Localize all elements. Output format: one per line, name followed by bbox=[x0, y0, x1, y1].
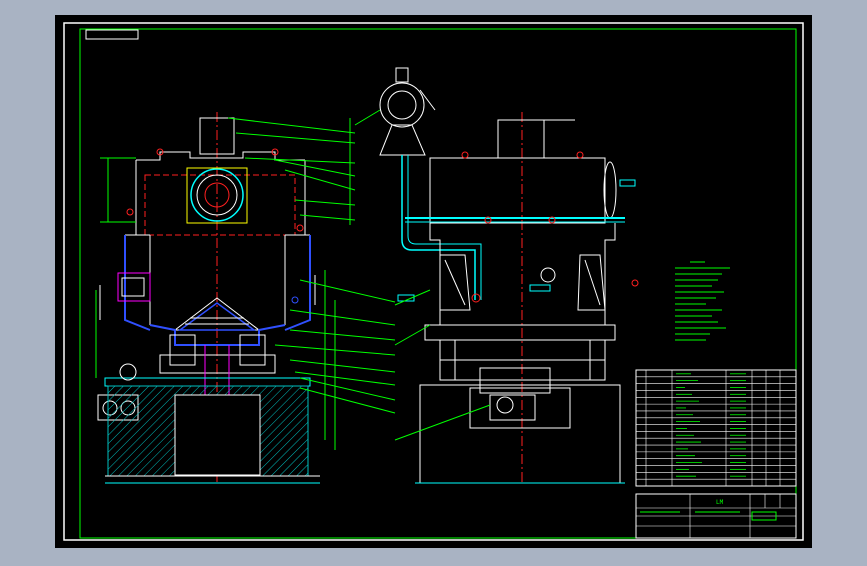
cad-viewport[interactable]: LM bbox=[0, 0, 867, 562]
title-block-label: LM bbox=[716, 499, 724, 506]
drawing-canvas: LM bbox=[55, 15, 812, 548]
